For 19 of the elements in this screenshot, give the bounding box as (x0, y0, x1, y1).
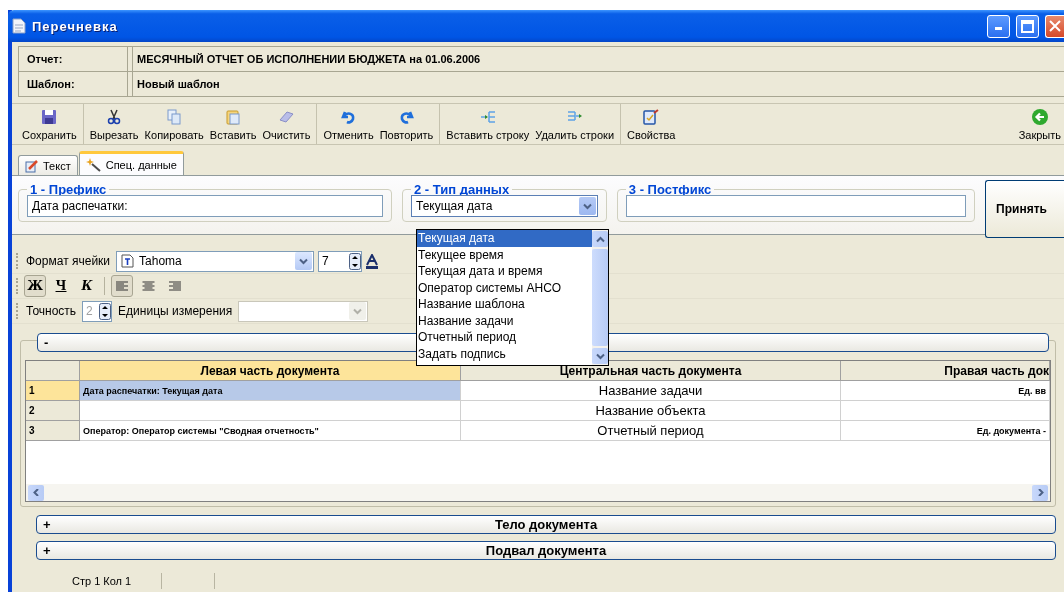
info-label: Отчет: (18, 47, 128, 71)
table-cell: Название задачи (461, 381, 841, 401)
group-title: 1 - Префикс (29, 182, 108, 197)
status-position: Стр 1 Кол 1 (72, 575, 132, 587)
window-title: Перечневка (32, 18, 119, 34)
table-cell: Ед. документа - (841, 421, 1050, 441)
group-title: 2 - Тип данных (412, 182, 511, 197)
table-cell: Оператор: Оператор системы "Сводная отчетность" (80, 421, 461, 441)
info-value: МЕСЯЧНЫЙ ОТЧЕТ ОБ ИСПОЛНЕНИИ БЮДЖЕТА на 01.06.2006 (132, 47, 1064, 71)
precision-label: Точность (26, 304, 77, 318)
units-label: Единицы измерения (118, 304, 233, 318)
format-label: Формат ячейки (26, 254, 111, 268)
table-cell: Ед. вв (841, 381, 1050, 401)
group-title: 3 - Постфикс (627, 182, 713, 197)
table-cell: Дата распечатки: Текущая дата (80, 381, 461, 401)
info-label: Шаблон: (18, 72, 128, 96)
table-cell: Отчетный период (461, 421, 841, 441)
info-value: Новый шаблон (132, 72, 1064, 96)
table-cell: Название объекта (461, 401, 841, 421)
